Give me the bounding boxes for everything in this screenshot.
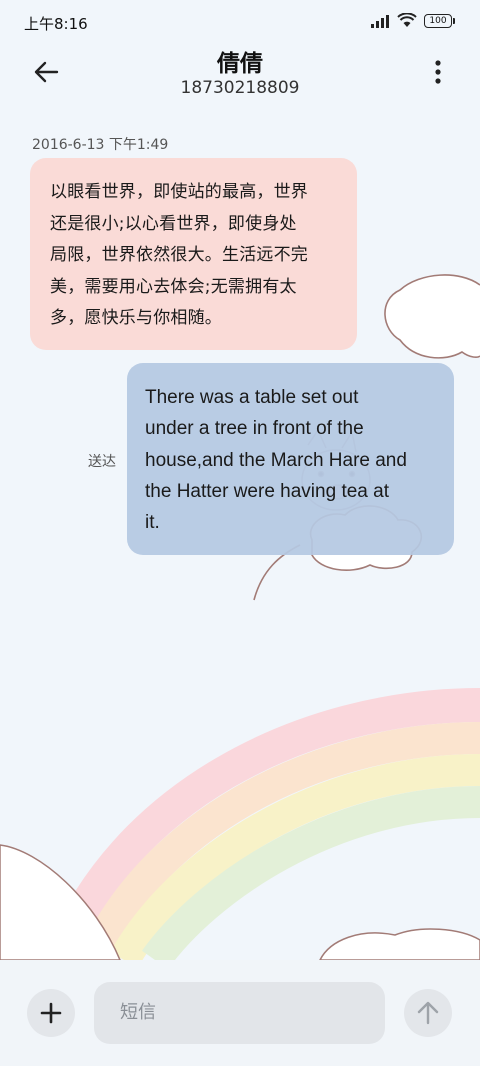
- conversation-header: 倩倩 18730218809: [0, 44, 480, 110]
- message-line: 还是很小;以心看世界，即使身处: [50, 213, 297, 234]
- send-button[interactable]: [404, 989, 452, 1037]
- status-time: 上午8:16: [24, 15, 88, 33]
- more-options-button[interactable]: [426, 56, 450, 88]
- arrow-left-icon: [34, 61, 59, 83]
- signal-icon: [371, 14, 389, 28]
- status-icons: 100: [370, 13, 455, 28]
- outgoing-message-bubble[interactable]: There was a table set out under a tree i…: [127, 363, 454, 555]
- message-line: 局限，世界依然很大。生活远不完: [50, 245, 308, 265]
- message-line: house,and the March Hare and: [145, 449, 407, 471]
- arrow-up-icon: [417, 1001, 439, 1025]
- incoming-message-bubble[interactable]: 以眼看世界，即使站的最高，世界 还是很小;以心看世界，即使身处 局限，世界依然很…: [30, 158, 357, 350]
- cloud-bottom-right: [318, 928, 480, 961]
- message-line: under a tree in front of the: [145, 418, 364, 440]
- message-timestamp: 2016-6-13 下午1:49: [32, 137, 169, 153]
- incoming-message-text: 以眼看世界，即使站的最高，世界 还是很小;以心看世界，即使身处 局限，世界依然很…: [50, 177, 341, 335]
- cloud-right: [384, 274, 480, 359]
- plus-icon: [40, 1002, 62, 1024]
- contact-name: 倩倩: [217, 51, 263, 77]
- message-input[interactable]: 短信: [94, 982, 385, 1044]
- more-vertical-icon: [435, 60, 441, 84]
- message-line: There was a table set out: [145, 387, 359, 408]
- wifi-icon: [397, 13, 417, 27]
- add-attachment-button[interactable]: [27, 989, 75, 1037]
- message-line: 多，愿快乐与你相随。: [50, 308, 222, 328]
- delivery-status: 送达: [88, 454, 116, 470]
- message-line: the Hatter were having tea at: [145, 480, 389, 502]
- back-button[interactable]: [28, 54, 64, 90]
- battery-icon: 100: [424, 13, 455, 28]
- message-line: 美，需要用心去体会;无需拥有太: [50, 276, 297, 297]
- status-bar: 上午8:16 100: [0, 0, 480, 44]
- message-line: it.: [145, 512, 160, 534]
- contact-number: 18730218809: [180, 78, 300, 98]
- message-composer: 短信: [0, 960, 480, 1066]
- outgoing-message-text: There was a table set out under a tree i…: [145, 382, 440, 538]
- message-line: 以眼看世界，即使站的最高，世界: [50, 182, 308, 202]
